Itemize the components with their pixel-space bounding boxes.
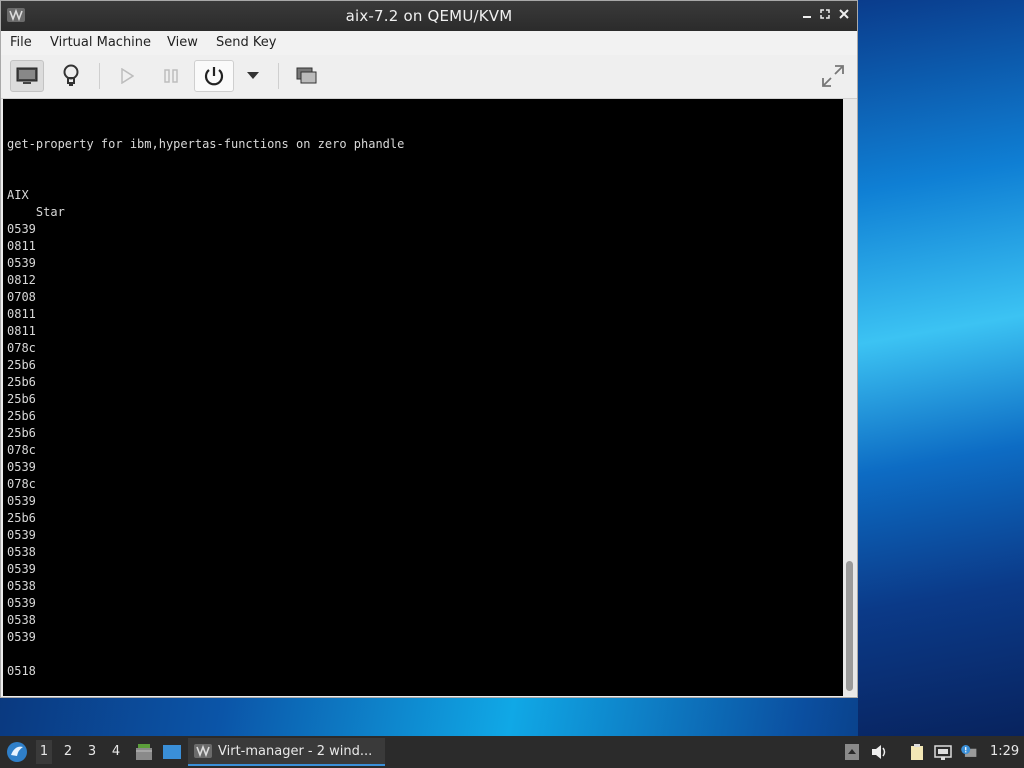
vm-console[interactable]: get-property for ibm,hypertas-functions …: [3, 99, 843, 696]
lightbulb-icon: [63, 64, 79, 86]
workspace-4[interactable]: 4: [108, 744, 124, 759]
console-line: 078c: [7, 341, 36, 355]
workspace-2[interactable]: 2: [60, 744, 76, 759]
console-line: 0539: [7, 256, 36, 270]
console-line: 078c: [7, 443, 36, 457]
power-icon: [204, 67, 224, 86]
workspace-1[interactable]: 1: [36, 740, 52, 764]
console-line: 0538: [7, 613, 36, 627]
close-button[interactable]: [835, 6, 853, 24]
volume-icon[interactable]: [870, 743, 888, 761]
console-line: get-property for ibm,hypertas-functions …: [7, 137, 405, 151]
show-console-button[interactable]: [10, 60, 44, 92]
network-icon[interactable]: [934, 743, 952, 761]
console-line: 25b6: [7, 426, 36, 440]
console-line: 0538: [7, 579, 36, 593]
console-line: 0812: [7, 273, 36, 287]
minimize-icon: [803, 16, 811, 18]
menu-virtual-machine[interactable]: Virtual Machine: [50, 35, 151, 50]
power-button[interactable]: [194, 60, 234, 92]
menu-file[interactable]: File: [10, 35, 32, 50]
console-line: 25b6: [7, 392, 36, 406]
menu-view[interactable]: View: [167, 35, 198, 50]
console-line: 0539: [7, 460, 36, 474]
maximize-button[interactable]: [816, 6, 834, 24]
show-details-button[interactable]: [54, 60, 88, 92]
console-line: 25b6: [7, 358, 36, 372]
pause-button[interactable]: [154, 60, 188, 92]
snapshots-button[interactable]: [290, 60, 324, 92]
clipboard-icon[interactable]: [908, 743, 926, 761]
tray-scroll-up-icon[interactable]: [843, 743, 861, 761]
console-line: 0539: [7, 222, 36, 236]
monitor-icon: [16, 67, 38, 84]
workspace-3[interactable]: 3: [84, 744, 100, 759]
show-desktop-icon[interactable]: [162, 742, 182, 762]
snapshots-icon: [296, 67, 317, 84]
close-icon: [839, 9, 849, 19]
file-manager-icon[interactable]: [134, 742, 154, 762]
console-line: 25b6: [7, 511, 36, 525]
fullscreen-icon: [822, 65, 844, 87]
task-label: Virt-manager - 2 wind...: [218, 744, 373, 759]
chevron-down-icon: [247, 72, 259, 79]
taskbar: 1 2 3 4 Virt-manager - 2 wind... 1:29: [0, 736, 1024, 768]
run-button[interactable]: [110, 60, 144, 92]
console-line: 0539: [7, 596, 36, 610]
console-line: 0811: [7, 307, 36, 321]
console-line: 0539: [7, 528, 36, 542]
console-scrollbar[interactable]: [843, 99, 857, 696]
play-icon: [121, 68, 134, 84]
desktop-background: [858, 0, 1024, 736]
clock: 1:29: [990, 744, 1020, 759]
console-line: 0539: [7, 630, 36, 644]
toolbar: [1, 55, 857, 99]
scrollbar-thumb[interactable]: [846, 561, 853, 691]
console-line: 078c: [7, 477, 36, 491]
minimize-button[interactable]: [798, 6, 816, 24]
notification-update-icon[interactable]: [960, 743, 978, 761]
console-line: 25b6: [7, 375, 36, 389]
console-line: Star: [7, 205, 65, 219]
fullscreen-button[interactable]: [816, 60, 850, 92]
menu-bar: File Virtual Machine View Send Key: [1, 31, 857, 55]
console-line: 0708: [7, 290, 36, 304]
console-line: 0518: [7, 664, 36, 678]
pause-icon: [164, 69, 178, 83]
console-line: 0538: [7, 545, 36, 559]
taskbar-task-virt-manager[interactable]: Virt-manager - 2 wind...: [188, 738, 385, 766]
console-line: 25b6: [7, 409, 36, 423]
console-line: 0539: [7, 494, 36, 508]
virt-manager-window: aix-7.2 on QEMU/KVM File Virtual Machine…: [0, 0, 858, 698]
console-line: 0539: [7, 562, 36, 576]
console-line: 0811: [7, 324, 36, 338]
virt-manager-icon: [194, 744, 212, 758]
power-dropdown-button[interactable]: [236, 60, 270, 92]
window-title: aix-7.2 on QEMU/KVM: [345, 7, 513, 25]
window-titlebar[interactable]: aix-7.2 on QEMU/KVM: [1, 1, 857, 31]
menu-send-key[interactable]: Send Key: [216, 35, 276, 50]
console-line: AIX: [7, 188, 29, 202]
start-menu-icon[interactable]: [6, 741, 28, 763]
console-line: 0811: [7, 239, 36, 253]
restore-icon: [820, 9, 830, 19]
